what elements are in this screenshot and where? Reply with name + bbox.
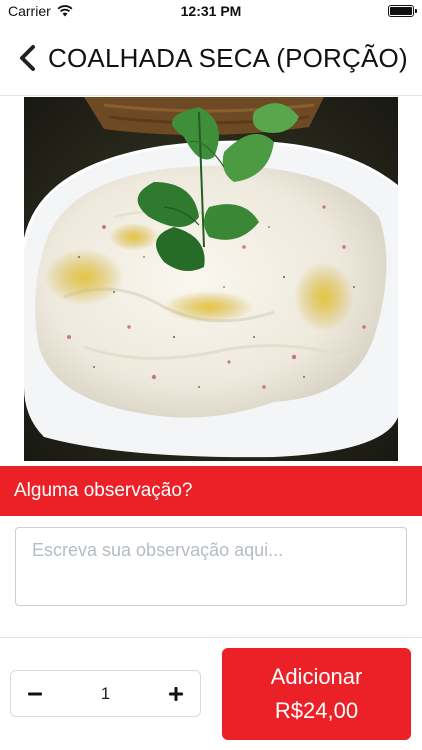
observation-section-title: Alguma observação? [14, 480, 193, 501]
add-button-price: R$24,00 [274, 698, 359, 723]
observation-field[interactable] [15, 527, 407, 606]
battery-icon [388, 5, 417, 17]
status-time: 12:31 PM [180, 3, 242, 19]
increment-button[interactable] [154, 671, 198, 716]
product-photo [24, 97, 398, 461]
status-bar: Carrier 12:31 PM [0, 0, 422, 22]
plus-icon [169, 686, 183, 701]
page-title: COALHADA SECA (PORÇÃO) [48, 43, 408, 73]
chevron-left-icon [20, 45, 35, 71]
decrement-button[interactable] [13, 671, 57, 716]
quantity-stepper: 1 [10, 670, 201, 717]
nav-bar: COALHADA SECA (PORÇÃO) [0, 22, 422, 96]
back-button[interactable] [14, 42, 40, 74]
footer-divider [0, 637, 422, 638]
add-to-cart-button[interactable]: Adicionar R$24,00 [222, 648, 411, 740]
observation-section-header: Alguma observação? [0, 466, 422, 516]
add-button-label: Adicionar [270, 664, 363, 689]
quantity-value: 1 [100, 684, 111, 703]
minus-icon [28, 692, 42, 695]
